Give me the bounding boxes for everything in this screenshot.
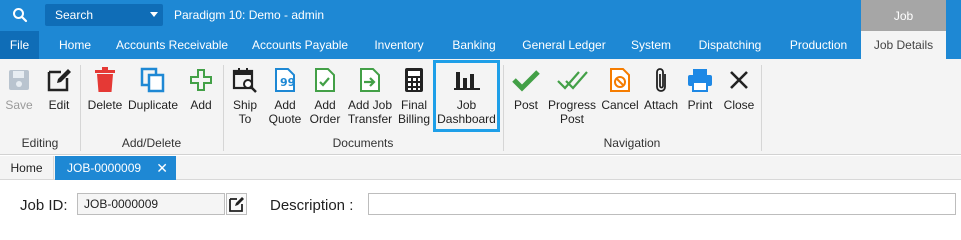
group-label-add-delete: Add/Delete: [121, 136, 182, 150]
duplicate-button-label: Duplicate: [127, 98, 179, 112]
group-label-editing: Editing: [21, 136, 59, 150]
edit-button-label: Edit: [48, 98, 70, 112]
save-icon: [3, 63, 35, 97]
printer-icon: [684, 63, 716, 97]
progress-post-button-label: Progress Post: [547, 98, 597, 126]
title-bar: Search Paradigm 10: Demo - admin Job: [0, 0, 961, 31]
checkmark-icon: [510, 63, 542, 97]
tab-home[interactable]: Home: [0, 156, 54, 180]
transfer-doc-icon: [354, 63, 386, 97]
double-check-icon: [556, 63, 588, 97]
menu-inventory[interactable]: Inventory: [360, 31, 438, 59]
search-dropdown-label: Search: [55, 8, 94, 22]
delete-button-label: Delete: [87, 98, 123, 112]
duplicate-button[interactable]: Duplicate: [126, 63, 180, 133]
menu-accounts-payable[interactable]: Accounts Payable: [240, 31, 360, 59]
order-doc-icon: [309, 63, 341, 97]
attach-button-label: Attach: [643, 98, 679, 112]
final-billing-button[interactable]: Final Billing: [396, 63, 432, 133]
add-button[interactable]: Add: [186, 63, 216, 133]
quote-doc-icon: 99: [269, 63, 301, 97]
ship-to-button-label: Ship To: [232, 98, 258, 126]
add-quote-button-label: Add Quote: [268, 98, 302, 126]
edit-job-id-button[interactable]: [226, 193, 247, 215]
group-separator: [761, 65, 762, 151]
ship-to-button[interactable]: Ship To: [228, 63, 262, 133]
menu-job-details[interactable]: Job Details: [861, 31, 946, 59]
progress-post-button[interactable]: Progress Post: [546, 63, 598, 133]
bar-chart-icon: [451, 63, 483, 97]
job-id-field[interactable]: JOB-0000009: [77, 193, 225, 215]
add-order-button[interactable]: Add Order: [306, 63, 344, 133]
trash-icon: [89, 63, 121, 97]
edit-icon: [43, 63, 75, 97]
add-button-label: Add: [190, 98, 212, 112]
cancel-doc-icon: [604, 63, 636, 97]
save-button[interactable]: Save: [4, 63, 34, 133]
menu-system[interactable]: System: [618, 31, 684, 59]
paperclip-icon: [645, 63, 677, 97]
menu-dispatching[interactable]: Dispatching: [684, 31, 776, 59]
group-label-navigation: Navigation: [603, 136, 661, 150]
save-button-label: Save: [5, 98, 33, 112]
chevron-down-icon: [150, 12, 158, 17]
menu-home[interactable]: Home: [44, 31, 106, 59]
add-job-transfer-button[interactable]: Add Job Transfer: [346, 63, 394, 133]
cancel-button[interactable]: Cancel: [600, 63, 640, 133]
add-job-transfer-button-label: Add Job Transfer: [347, 98, 393, 126]
duplicate-icon: [137, 63, 169, 97]
print-button-label: Print: [687, 98, 713, 112]
cancel-button-label: Cancel: [601, 98, 639, 112]
search-icon[interactable]: [6, 3, 34, 27]
add-order-button-label: Add Order: [309, 98, 341, 126]
final-billing-button-label: Final Billing: [397, 98, 430, 126]
plus-icon: [185, 63, 217, 97]
context-tab-header: Job: [861, 0, 946, 31]
calculator-icon: [398, 63, 430, 97]
calendar-search-icon: [229, 63, 261, 97]
menu-general-ledger[interactable]: General Ledger: [510, 31, 618, 59]
post-button-label: Post: [513, 98, 538, 112]
close-button-label: Close: [723, 98, 755, 112]
close-icon: [723, 63, 755, 97]
close-tab-icon[interactable]: ✕: [156, 156, 168, 180]
print-button[interactable]: Print: [683, 63, 717, 133]
job-dashboard-button-label: Job Dashboard: [437, 98, 496, 126]
svg-text:99: 99: [280, 76, 295, 89]
tab-job-label: JOB-0000009: [67, 161, 142, 175]
tab-job[interactable]: JOB-0000009 ✕: [55, 156, 176, 180]
group-label-documents: Documents: [332, 136, 394, 150]
post-button[interactable]: Post: [508, 63, 544, 133]
ribbon: Save Edit Editing Delete Duplicate Add A…: [0, 59, 961, 155]
attach-button[interactable]: Attach: [642, 63, 680, 133]
menu-production[interactable]: Production: [776, 31, 861, 59]
add-quote-button[interactable]: 99 Add Quote: [266, 63, 304, 133]
document-tab-strip: Home JOB-0000009 ✕: [0, 156, 961, 180]
job-dashboard-button[interactable]: Job Dashboard: [433, 60, 500, 132]
edit-icon: [228, 197, 244, 212]
edit-button[interactable]: Edit: [43, 63, 75, 133]
menu-accounts-receivable[interactable]: Accounts Receivable: [106, 31, 238, 59]
description-field[interactable]: [368, 193, 956, 215]
menu-banking[interactable]: Banking: [438, 31, 510, 59]
menu-bar: File Home Accounts Receivable Accounts P…: [0, 31, 961, 59]
menu-file[interactable]: File: [0, 31, 39, 59]
job-id-label: Job ID:: [20, 197, 68, 214]
app-title: Paradigm 10: Demo - admin: [174, 8, 325, 22]
search-dropdown[interactable]: Search: [45, 4, 163, 26]
description-label: Description :: [270, 197, 354, 214]
delete-button[interactable]: Delete: [85, 63, 125, 133]
close-button[interactable]: Close: [721, 63, 757, 133]
